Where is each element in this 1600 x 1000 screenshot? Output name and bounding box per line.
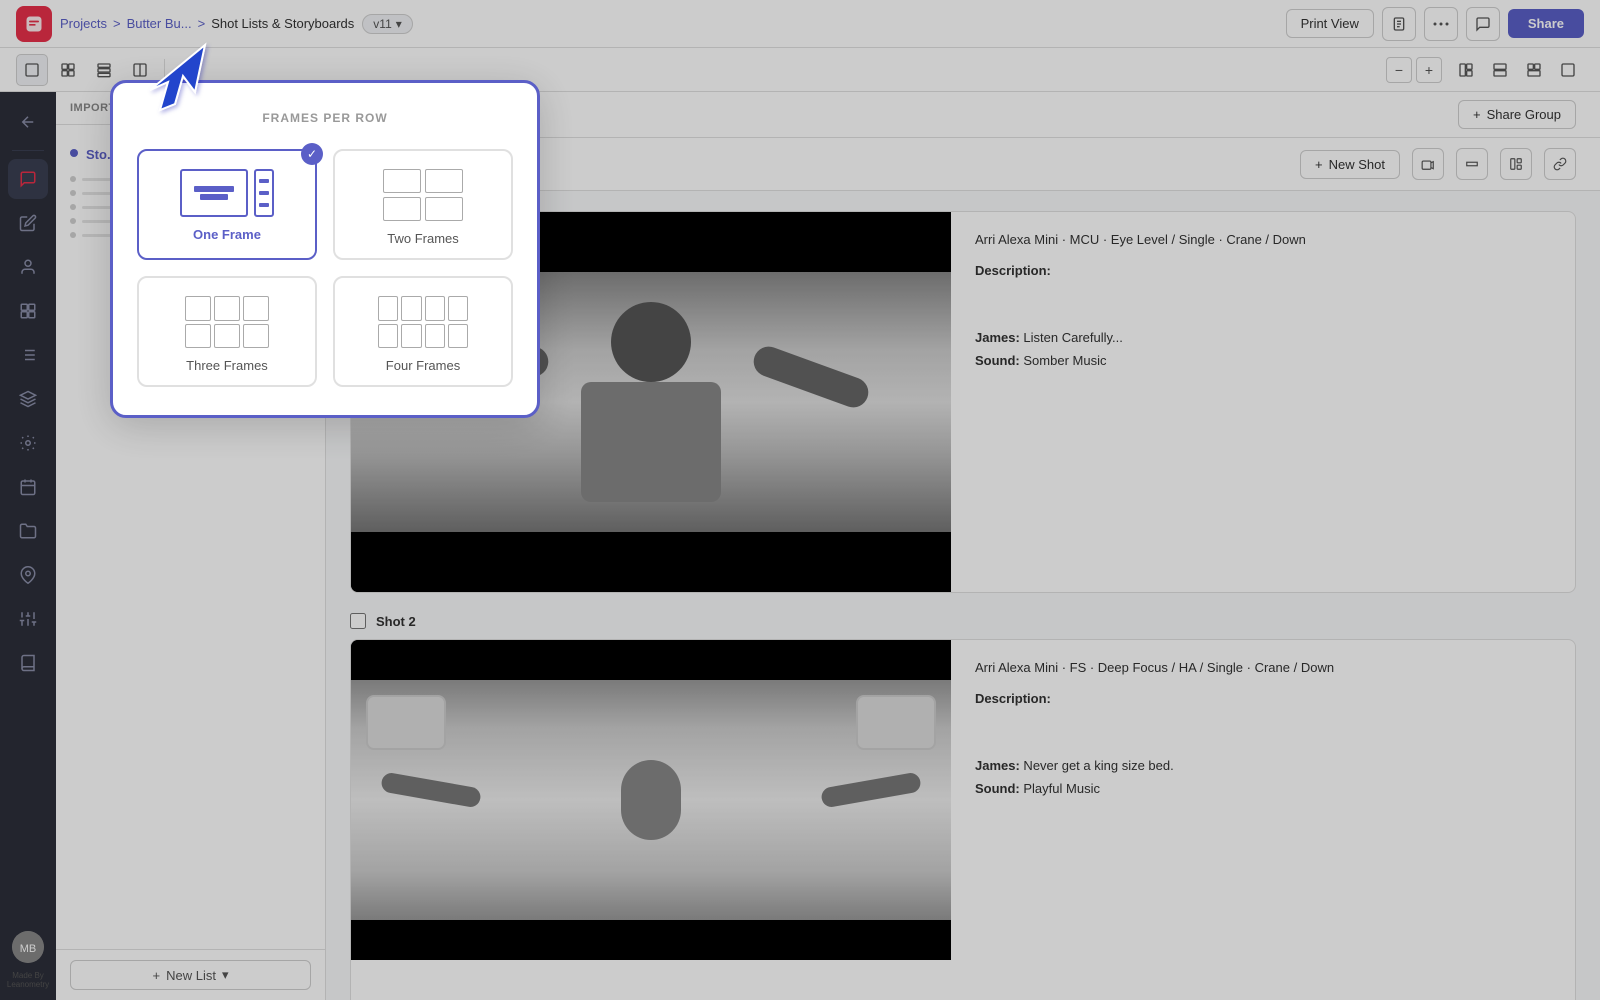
arrow-pointer-icon: [130, 30, 220, 132]
frame-three-label: Three Frames: [186, 358, 268, 373]
frame-option-four[interactable]: Four Frames: [333, 276, 513, 387]
frame-one-label: One Frame: [193, 227, 261, 242]
frames-options-grid: ✓ One Frame: [137, 149, 513, 387]
frame-four-label: Four Frames: [386, 358, 460, 373]
frame-two-label: Two Frames: [387, 231, 459, 246]
frame-option-one[interactable]: ✓ One Frame: [137, 149, 317, 260]
frame-selected-check-icon: ✓: [301, 143, 323, 165]
frame-option-three[interactable]: Three Frames: [137, 276, 317, 387]
frame-option-two[interactable]: Two Frames: [333, 149, 513, 260]
